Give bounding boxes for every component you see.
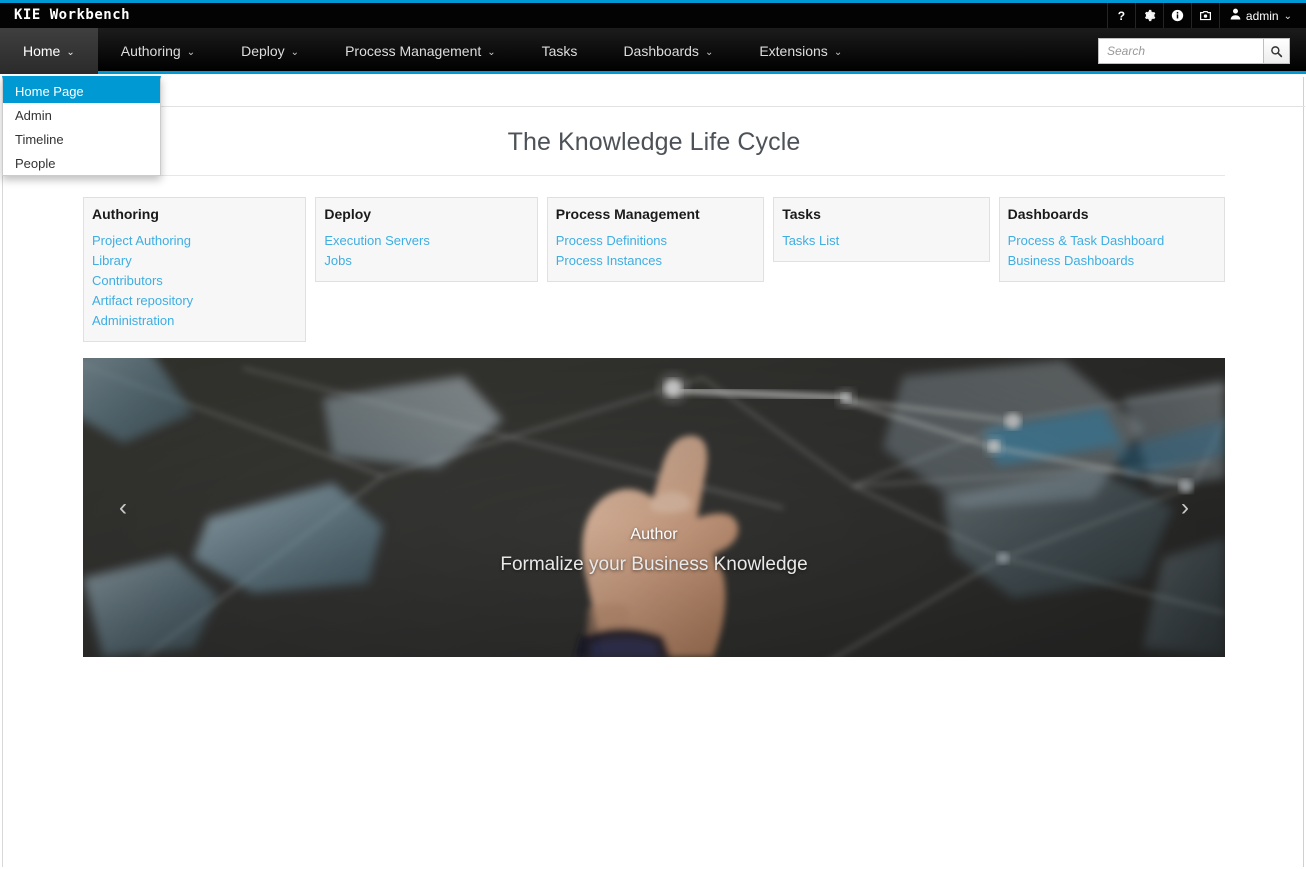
nav-item-label: Dashboards [623, 43, 699, 59]
user-icon [1230, 8, 1241, 23]
link-artifact-repository[interactable]: Artifact repository [92, 291, 295, 311]
card-title: Process Management [556, 206, 753, 222]
chevron-down-icon: ⌄ [834, 47, 842, 58]
link-process-definitions[interactable]: Process Definitions [556, 231, 753, 251]
nav-item-extensions[interactable]: Extensions ⌄ [736, 28, 865, 74]
info-icon[interactable] [1163, 3, 1191, 28]
masthead: KIE Workbench ? [0, 3, 1306, 28]
link-project-authoring[interactable]: Project Authoring [92, 231, 295, 251]
card-title: Tasks [782, 206, 978, 222]
card-process-management: Process Management Process Definitions P… [547, 197, 764, 282]
primary-navbar: Home ⌄ Authoring ⌄ Deploy ⌄ Process Mana… [0, 28, 1306, 74]
card-authoring: Authoring Project Authoring Library Cont… [83, 197, 306, 342]
gear-icon[interactable] [1135, 3, 1163, 28]
card-dashboards: Dashboards Process & Task Dashboard Busi… [999, 197, 1225, 282]
nav-item-process-management[interactable]: Process Management ⌄ [322, 28, 519, 74]
link-library[interactable]: Library [92, 251, 295, 271]
nav-item-deploy[interactable]: Deploy ⌄ [218, 28, 322, 74]
search-input[interactable] [1098, 38, 1263, 64]
nav-item-label: Process Management [345, 43, 481, 59]
user-name: admin [1246, 9, 1279, 23]
nav-item-authoring[interactable]: Authoring ⌄ [98, 28, 218, 74]
chevron-down-icon: ⌄ [291, 47, 299, 58]
search-button[interactable] [1263, 38, 1290, 64]
main-content: The Knowledge Life Cycle Authoring Proje… [83, 107, 1225, 657]
search-box [1098, 38, 1290, 64]
link-tasks-list[interactable]: Tasks List [782, 231, 978, 251]
nav-item-label: Authoring [121, 43, 181, 59]
carousel-next-button[interactable]: › [1145, 358, 1225, 657]
home-dropdown-menu: Home Page Admin Timeline People [2, 76, 161, 176]
chevron-down-icon: ⌄ [187, 47, 195, 58]
page-title: The Knowledge Life Cycle [83, 107, 1225, 176]
nav-item-list: Home ⌄ Authoring ⌄ Deploy ⌄ Process Mana… [0, 28, 865, 74]
card-title: Dashboards [1008, 206, 1214, 222]
chevron-right-icon: › [1181, 494, 1189, 522]
link-process-task-dashboard[interactable]: Process & Task Dashboard [1008, 231, 1214, 251]
carousel-prev-button[interactable]: ‹ [83, 358, 163, 657]
nav-item-dashboards[interactable]: Dashboards ⌄ [600, 28, 736, 74]
link-administration[interactable]: Administration [92, 311, 295, 331]
nav-item-label: Deploy [241, 43, 285, 59]
link-process-instances[interactable]: Process Instances [556, 251, 753, 271]
dropdown-item-label: Admin [15, 108, 52, 123]
nav-item-label: Home [23, 43, 60, 59]
card-deploy: Deploy Execution Servers Jobs [315, 197, 537, 282]
dropdown-item-home-page[interactable]: Home Page [3, 79, 160, 103]
shortcut-card-row: Authoring Project Authoring Library Cont… [83, 197, 1225, 342]
link-execution-servers[interactable]: Execution Servers [324, 231, 526, 251]
chevron-down-icon: ⌄ [705, 47, 713, 58]
card-title: Authoring [92, 206, 295, 222]
link-jobs[interactable]: Jobs [324, 251, 526, 271]
camera-icon[interactable] [1191, 3, 1219, 28]
card-title: Deploy [324, 206, 526, 222]
help-icon[interactable]: ? [1107, 3, 1135, 28]
nav-item-tasks[interactable]: Tasks [519, 28, 601, 74]
dropdown-item-label: Home Page [15, 84, 84, 99]
masthead-utility-icons: ? [1107, 3, 1306, 28]
dropdown-item-timeline[interactable]: Timeline [3, 127, 160, 151]
nav-item-home[interactable]: Home ⌄ [0, 28, 98, 74]
chevron-left-icon: ‹ [119, 494, 127, 522]
card-tasks: Tasks Tasks List [773, 197, 989, 262]
carousel-image [83, 358, 1225, 657]
dropdown-item-people[interactable]: People [3, 151, 160, 175]
user-menu[interactable]: admin ⌄ [1219, 3, 1306, 28]
chevron-down-icon: ⌄ [66, 47, 74, 58]
chevron-down-icon: ⌄ [1284, 11, 1292, 22]
home-carousel[interactable]: Author Formalize your Business Knowledge… [83, 358, 1225, 657]
search-icon [1270, 45, 1283, 58]
dropdown-item-admin[interactable]: Admin [3, 103, 160, 127]
nav-item-label: Tasks [542, 43, 578, 59]
chevron-down-icon: ⌄ [487, 47, 495, 58]
page-frame: The Knowledge Life Cycle Authoring Proje… [2, 77, 1304, 867]
dropdown-item-label: People [15, 156, 55, 171]
link-contributors[interactable]: Contributors [92, 271, 295, 291]
perspective-toolbar-strip [3, 77, 1305, 107]
nav-item-label: Extensions [759, 43, 827, 59]
link-business-dashboards[interactable]: Business Dashboards [1008, 251, 1214, 271]
brand-title: KIE Workbench [14, 7, 130, 23]
dropdown-item-label: Timeline [15, 132, 64, 147]
